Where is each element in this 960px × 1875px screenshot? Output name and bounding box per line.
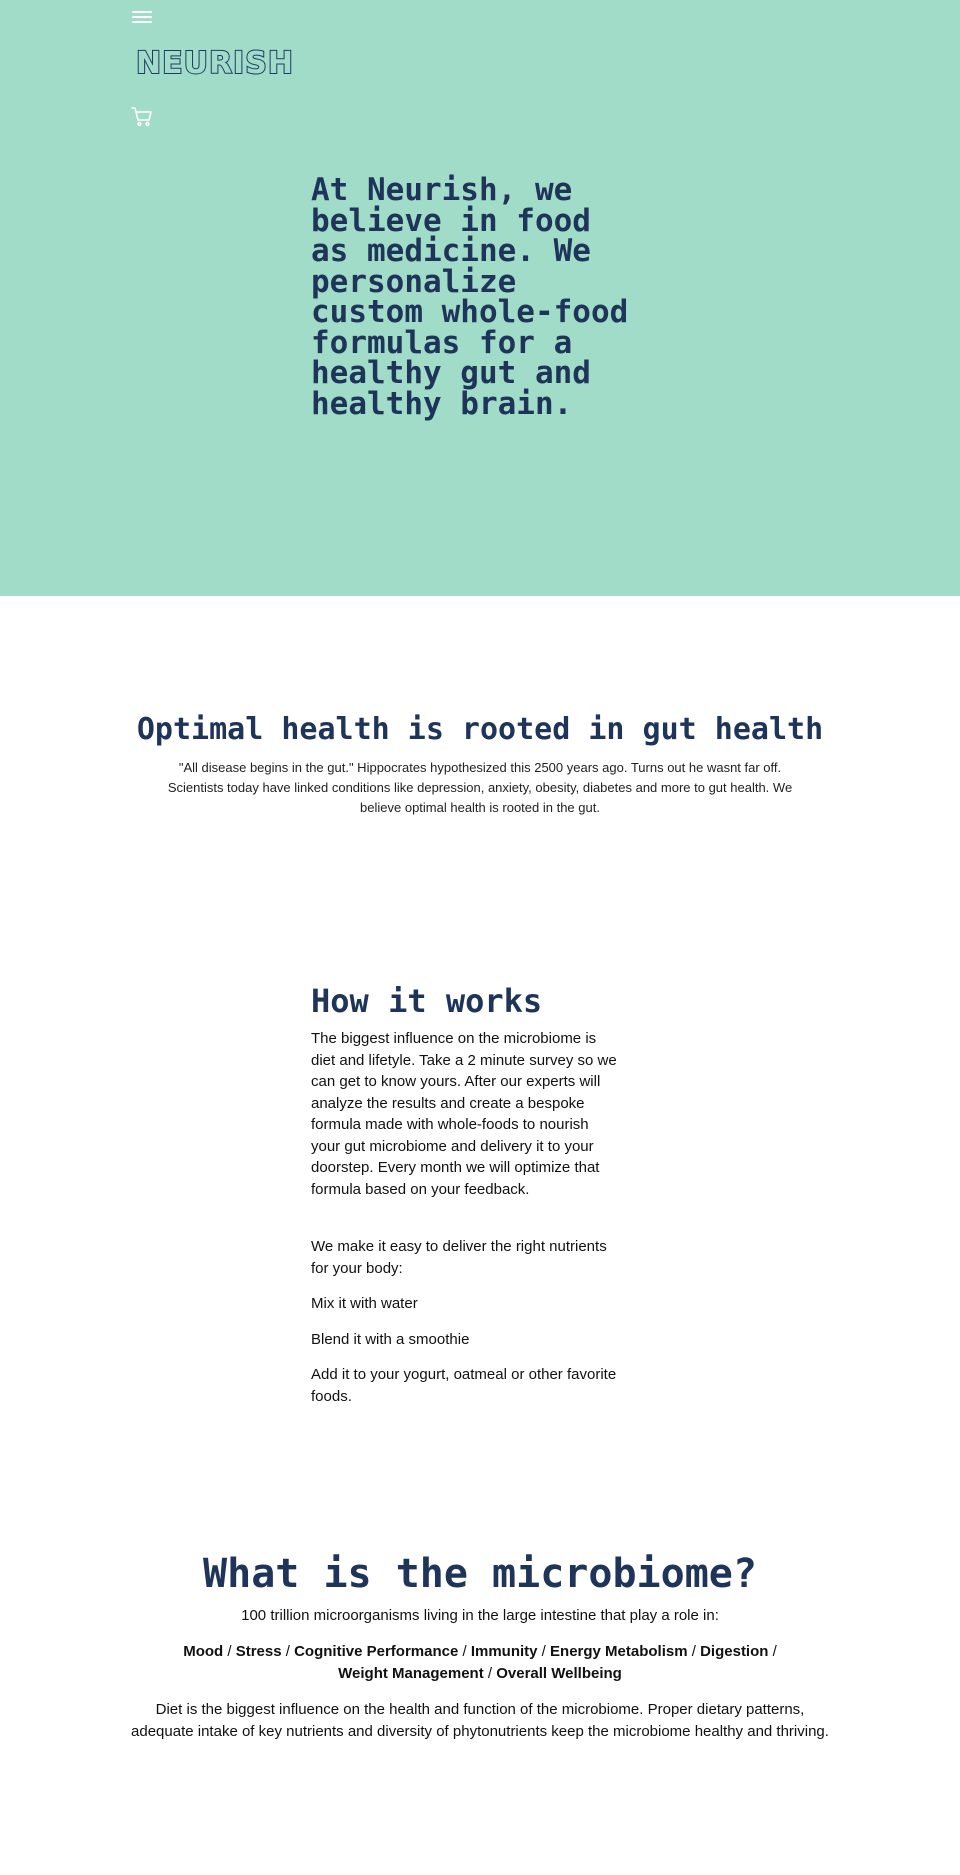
menu-line: [132, 11, 152, 13]
how-it-works-section: How it works The biggest influence on th…: [0, 818, 960, 1407]
microbiome-role: Digestion: [700, 1643, 769, 1660]
menu-line: [132, 16, 152, 18]
gut-health-section: Optimal health is rooted in gut health "…: [0, 596, 960, 818]
delivery-option: Blend it with a smoothie: [311, 1330, 470, 1348]
shopping-cart-icon[interactable]: [131, 106, 153, 128]
microbiome-roles: Mood / Stress / Cognitive Performance / …: [183, 1643, 777, 1682]
brand-logo[interactable]: NEURISH: [135, 45, 294, 82]
hero-section: NEURISH At Neurish, we believe in food a…: [0, 0, 960, 596]
delivery-option: Add it to your yogurt, oatmeal or other …: [311, 1366, 617, 1405]
microbiome-role: Weight Management: [338, 1665, 484, 1682]
microbiome-role: Immunity: [470, 1643, 538, 1660]
microbiome-role: Cognitive Performance: [294, 1643, 459, 1660]
microbiome-diet: Diet is the biggest influence on the hea…: [131, 1701, 829, 1740]
delivery-intro: We make it easy to deliver the right nut…: [311, 1238, 607, 1277]
how-it-works-body: The biggest influence on the microbiome …: [311, 1030, 617, 1198]
microbiome-intro: 100 trillion microorganisms living in th…: [241, 1607, 719, 1624]
menu-line: [132, 21, 152, 23]
gut-health-body: "All disease begins in the gut." Hippocr…: [167, 760, 793, 815]
microbiome-role: Stress: [235, 1643, 282, 1660]
hero-headline: At Neurish, we believe in food as medici…: [311, 172, 629, 422]
microbiome-role: Overall Wellbeing: [496, 1665, 622, 1682]
gut-health-title: Optimal health is rooted in gut health: [136, 712, 824, 747]
logo-text: NEURISH: [135, 45, 294, 82]
delivery-option: Mix it with water: [311, 1295, 418, 1312]
microbiome-section: What is the microbiome? 100 trillion mic…: [0, 1407, 960, 1803]
how-it-works-title: How it works: [311, 982, 543, 1020]
microbiome-role: Energy Metabolism: [550, 1643, 688, 1660]
microbiome-role: Mood: [183, 1643, 224, 1660]
microbiome-title: What is the microbiome?: [203, 1551, 757, 1597]
hamburger-menu-icon[interactable]: [132, 9, 152, 25]
